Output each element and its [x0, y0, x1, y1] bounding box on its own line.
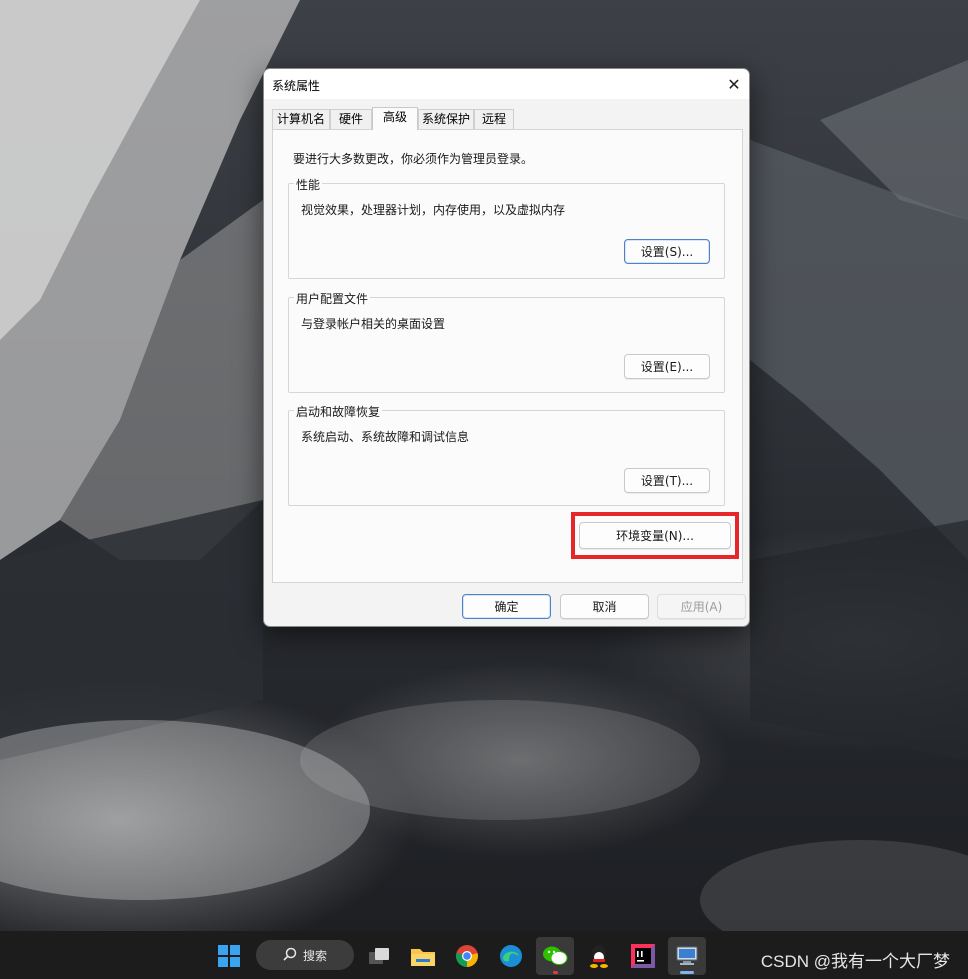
startup-recovery-settings-button[interactable]: 设置(T)...: [624, 468, 710, 493]
performance-settings-button[interactable]: 设置(S)...: [624, 239, 710, 264]
windows-start-icon[interactable]: [210, 937, 248, 975]
user-profiles-legend: 用户配置文件: [294, 290, 371, 307]
edge-icon[interactable]: [492, 937, 530, 975]
tab-computer-name[interactable]: 计算机名: [272, 109, 330, 129]
performance-description: 视觉效果，处理器计划，内存使用，以及虚拟内存: [301, 203, 566, 217]
running-indicator: [553, 971, 558, 974]
tab-hardware[interactable]: 硬件: [330, 109, 372, 129]
search-label: 搜索: [302, 948, 327, 963]
taskbar-search[interactable]: 搜索: [256, 940, 354, 970]
user-profiles-settings-button[interactable]: 设置(E)...: [624, 354, 710, 379]
user-profiles-group: 用户配置文件 与登录帐户相关的桌面设置 设置(E)...: [288, 290, 725, 393]
file-explorer-icon[interactable]: [404, 937, 442, 975]
chrome-icon[interactable]: [448, 937, 486, 975]
tab-strip: 计算机名 硬件 高级 系统保护 远程: [272, 107, 742, 130]
cancel-button[interactable]: 取消: [560, 594, 649, 619]
title-bar[interactable]: 系统属性 ✕: [264, 69, 749, 99]
admin-notice: 要进行大多数更改，你必须作为管理员登录。: [293, 152, 534, 166]
startup-recovery-description: 系统启动、系统故障和调试信息: [301, 430, 470, 444]
advanced-tab-panel: 要进行大多数更改，你必须作为管理员登录。 性能 视觉效果，处理器计划，内存使用，…: [272, 129, 743, 583]
performance-group: 性能 视觉效果，处理器计划，内存使用，以及虚拟内存 设置(S)...: [288, 176, 725, 279]
apply-button[interactable]: 应用(A): [657, 594, 746, 619]
dialog-title: 系统属性: [272, 79, 321, 93]
system-properties-dialog: 系统属性 ✕ 计算机名 硬件 高级 系统保护 远程 要进行大多数更改，你必须作为…: [263, 68, 750, 627]
performance-legend: 性能: [294, 176, 323, 193]
wechat-icon[interactable]: [536, 937, 574, 975]
task-view-icon[interactable]: [360, 937, 398, 975]
watermark-text: CSDN @我有一个大厂梦: [760, 952, 950, 971]
tab-advanced[interactable]: 高级: [372, 107, 418, 130]
tab-remote[interactable]: 远程: [474, 109, 514, 129]
taskbar: 搜索 CSDN @我有一个大厂梦: [0, 931, 968, 979]
startup-recovery-legend: 启动和故障恢复: [294, 403, 383, 420]
tab-system-protection[interactable]: 系统保护: [418, 109, 474, 129]
search-icon: [283, 947, 297, 964]
qq-icon[interactable]: [580, 937, 618, 975]
environment-variables-button[interactable]: 环境变量(N)...: [579, 522, 731, 549]
close-icon[interactable]: ✕: [719, 69, 749, 99]
running-indicator: [680, 971, 694, 974]
user-profiles-description: 与登录帐户相关的桌面设置: [301, 317, 446, 331]
system-properties-icon[interactable]: [668, 937, 706, 975]
ok-button[interactable]: 确定: [462, 594, 551, 619]
startup-recovery-group: 启动和故障恢复 系统启动、系统故障和调试信息 设置(T)...: [288, 403, 725, 506]
intellij-icon[interactable]: [624, 937, 662, 975]
